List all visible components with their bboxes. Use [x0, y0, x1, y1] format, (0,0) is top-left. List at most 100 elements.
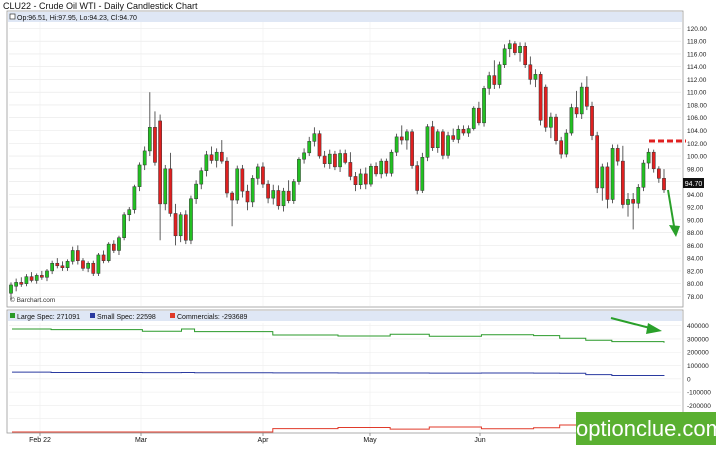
- price-tick-label: 92.00: [687, 205, 704, 212]
- candle-body-down: [538, 74, 543, 121]
- candle-body-down: [461, 128, 466, 134]
- candle-body-up: [641, 162, 646, 188]
- candle-body-down: [266, 183, 270, 199]
- candle-body-up: [482, 88, 486, 124]
- candle-body-down: [153, 127, 157, 163]
- candle-body-down: [559, 140, 564, 155]
- candle-body-up: [297, 158, 301, 182]
- legend-swatch-small-spec: [90, 313, 95, 318]
- candle-body-up: [132, 186, 137, 210]
- candle-body-up: [569, 107, 574, 134]
- price-tick-label: 100.00: [687, 154, 707, 161]
- chart-page: CLU22 - Crude Oil WTI - Daily Candlestic…: [0, 0, 720, 449]
- candle-body-up: [147, 127, 152, 152]
- candle-body-up: [199, 170, 204, 185]
- candle-body-up: [122, 214, 126, 238]
- candle: [590, 101, 594, 141]
- candle-body-down: [374, 165, 378, 175]
- candle-body-up: [24, 276, 29, 284]
- cot-tick-label: 100000: [687, 363, 709, 370]
- candle-body-down: [595, 135, 600, 189]
- candle-body-up: [127, 209, 132, 215]
- candle-body-down: [492, 75, 497, 85]
- candle-body-up: [291, 181, 296, 201]
- chart-canvas: CLU22 - Crude Oil WTI - Daily Candlestic…: [0, 0, 720, 444]
- candle-body-up: [405, 131, 409, 141]
- candle-body-down: [101, 254, 106, 261]
- candle: [132, 184, 137, 214]
- legend-large-spec: Large Spec: 271091: [17, 314, 80, 321]
- price-tick-label: 116.00: [687, 51, 707, 58]
- candle-body-down: [590, 105, 594, 136]
- candle: [569, 103, 574, 136]
- time-tick-label: Mar: [135, 437, 148, 444]
- candle-body-down: [543, 86, 548, 128]
- candle-body-down: [415, 165, 420, 191]
- time-tick-label: Feb 22: [29, 437, 51, 444]
- candle-body-down: [60, 265, 65, 268]
- candle-body-up: [564, 132, 569, 155]
- candle-body-up: [533, 74, 538, 80]
- candle: [471, 106, 476, 131]
- candle-body-down: [19, 282, 24, 285]
- candle-body-up: [96, 254, 101, 274]
- candle-body-up: [302, 152, 306, 160]
- candle-body-up: [389, 151, 394, 174]
- candle-body-up: [610, 148, 615, 200]
- candle: [297, 157, 301, 185]
- candle-body-up: [45, 270, 49, 278]
- candle-body-down: [430, 126, 435, 148]
- candle-body-up: [34, 275, 39, 281]
- candle-body-down: [225, 160, 229, 194]
- cot-tick-label: 300000: [687, 336, 709, 343]
- candle-body-up: [394, 136, 399, 153]
- price-tick-label: 106.00: [687, 115, 707, 122]
- legend-swatch-large-spec: [10, 313, 15, 318]
- time-tick-label: Jun: [474, 437, 485, 444]
- candle-body-up: [466, 128, 471, 134]
- candle: [415, 161, 420, 195]
- price-tick-label: 110.00: [687, 90, 707, 97]
- candle-body-down: [441, 131, 445, 156]
- candle-body-down: [574, 107, 579, 115]
- price-tick-label: 112.00: [687, 77, 707, 84]
- price-tick-label: 90.00: [687, 217, 704, 224]
- cot-tick-label: -200000: [687, 403, 711, 410]
- candle-body-down: [528, 64, 533, 80]
- candle-body-up: [626, 199, 630, 205]
- candle: [497, 61, 502, 89]
- candle-body-up: [507, 43, 512, 50]
- candle-body-up: [497, 64, 502, 85]
- cot-tick-label: 200000: [687, 350, 709, 357]
- price-tick-label: 108.00: [687, 102, 707, 109]
- candle: [410, 129, 414, 169]
- candle-body-up: [425, 126, 430, 158]
- candle-body-up: [255, 166, 260, 179]
- brand-watermark: optionclue.com: [576, 412, 720, 445]
- candle: [446, 131, 450, 159]
- price-tick-label: 98.00: [687, 166, 704, 173]
- price-tick-label: 88.00: [687, 230, 704, 237]
- price-tick-label: 104.00: [687, 128, 707, 135]
- candle: [122, 212, 126, 241]
- time-tick-label: Apr: [258, 437, 270, 444]
- cot-tick-label: 0: [687, 376, 691, 383]
- candle-body-up: [435, 131, 440, 148]
- candle-body-down: [317, 133, 322, 157]
- candle: [106, 242, 111, 263]
- candle-body-down: [91, 262, 96, 274]
- price-tick-label: 78.00: [687, 294, 704, 301]
- candle-body-up: [214, 151, 219, 161]
- candle-body-up: [420, 157, 425, 191]
- candle-body-up: [358, 173, 363, 185]
- candle-body-up: [9, 284, 13, 294]
- candle-body-down: [451, 135, 456, 140]
- candle-body-down: [29, 276, 34, 281]
- cot-tick-label: -100000: [687, 390, 711, 397]
- price-tick-label: 120.00: [687, 26, 707, 33]
- candle-body-up: [281, 190, 286, 207]
- candle-body-up: [646, 151, 651, 164]
- candle: [564, 129, 569, 158]
- candle: [554, 113, 558, 145]
- candle: [420, 152, 425, 194]
